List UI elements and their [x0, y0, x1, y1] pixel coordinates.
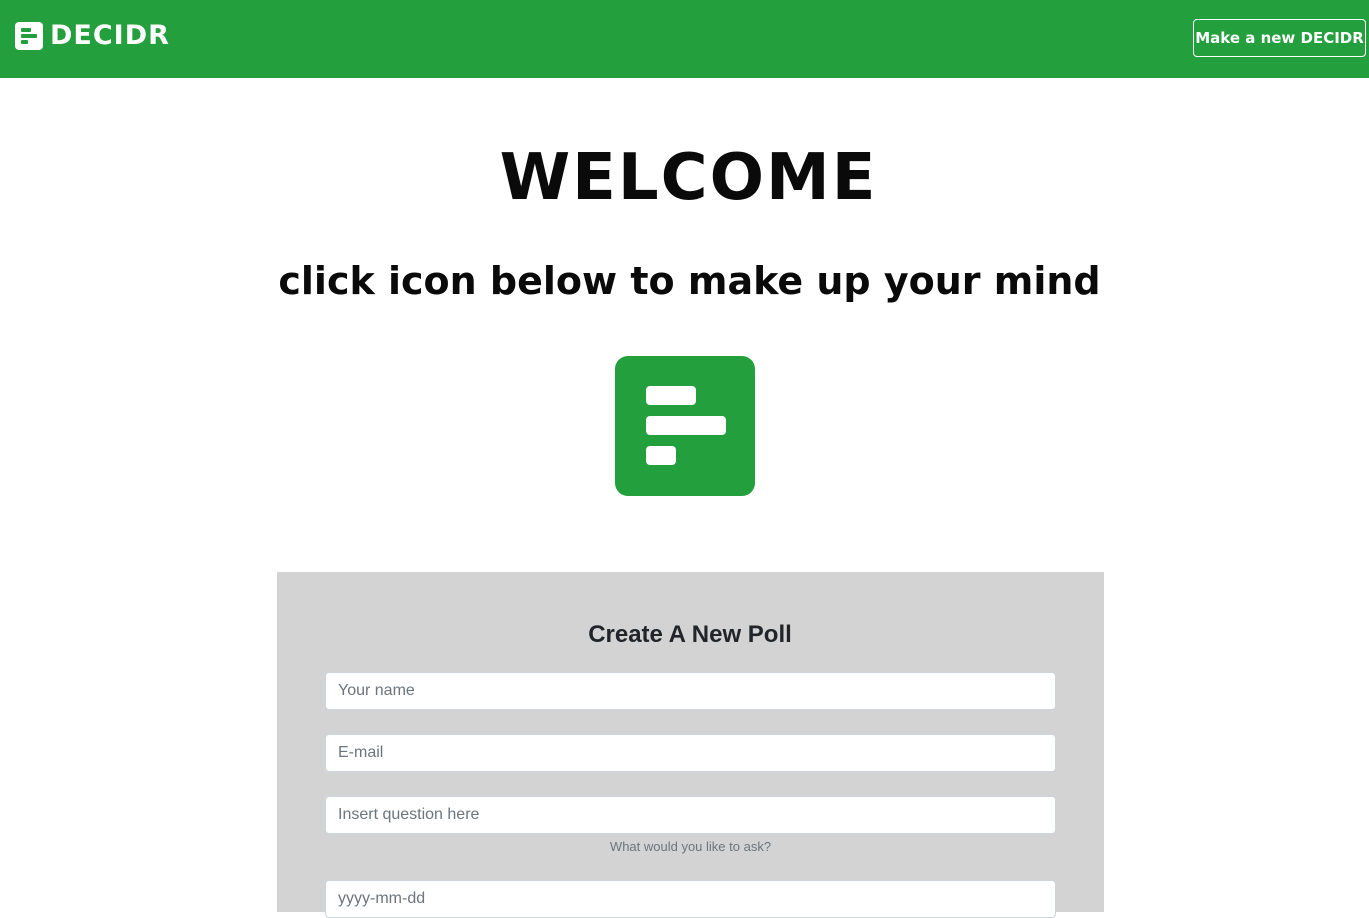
- create-poll-title: Create A New Poll: [588, 621, 792, 648]
- brand-name: DECIDR: [50, 20, 170, 51]
- welcome-heading: WELCOME: [499, 141, 878, 215]
- poll-icon: [15, 22, 43, 50]
- question-help-text: What would you like to ask?: [609, 839, 772, 854]
- name-input[interactable]: [325, 672, 1056, 710]
- navbar: DECIDR Make a new DECIDR: [0, 0, 1369, 78]
- email-input[interactable]: [325, 734, 1056, 772]
- question-input[interactable]: [325, 796, 1056, 834]
- date-input[interactable]: [325, 880, 1056, 918]
- poll-icon-bar-long: [646, 416, 726, 435]
- poll-icon[interactable]: [615, 356, 755, 496]
- poll-icon-bar-short: [646, 386, 696, 405]
- hero-subtitle: click icon below to make up your mind: [278, 259, 1101, 303]
- make-new-decidr-button[interactable]: Make a new DECIDR: [1193, 19, 1366, 57]
- brand-link[interactable]: DECIDR: [15, 22, 170, 50]
- poll-icon-bar-small: [646, 446, 676, 465]
